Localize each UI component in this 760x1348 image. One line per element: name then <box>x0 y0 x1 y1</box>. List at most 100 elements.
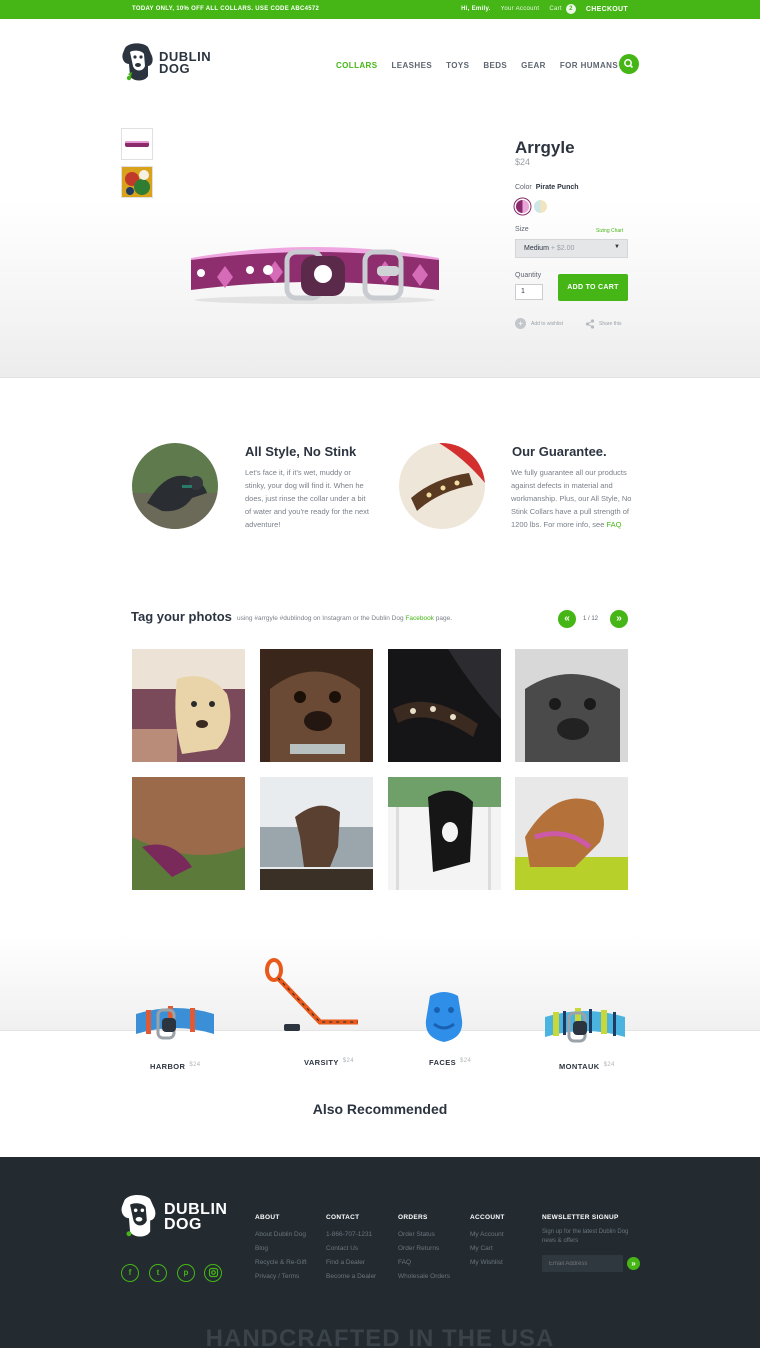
feature-title-style: All Style, No Stink <box>245 444 357 459</box>
footer-link[interactable]: Order Status <box>398 1231 450 1238</box>
site-logo[interactable]: DUBLIN DOG <box>121 42 211 84</box>
newsletter-email-input[interactable] <box>542 1255 623 1272</box>
quantity-input[interactable]: 1 <box>515 284 543 300</box>
rec-price-varsity: $24 <box>342 1058 354 1064</box>
nav-toys[interactable]: TOYS <box>446 61 469 70</box>
product-main-image <box>191 247 439 304</box>
cart-link[interactable]: Cart 2 <box>549 4 576 14</box>
promo-text: TODAY ONLY, 10% OFF ALL COLLARS. USE COD… <box>132 6 320 12</box>
feature-body-guarantee: We fully guarantee all our products agai… <box>511 466 639 531</box>
footer-link[interactable]: My Wishlist <box>470 1259 505 1266</box>
footer-logo-line1: DUBLIN <box>164 1201 228 1218</box>
instagram-photo-2[interactable] <box>260 649 373 762</box>
footer-link[interactable]: 1-866-707-1231 <box>326 1231 376 1238</box>
faq-link[interactable]: FAQ <box>606 520 621 529</box>
instagram-photo-5[interactable] <box>132 777 245 890</box>
footer-link[interactable]: Become a Dealer <box>326 1273 376 1280</box>
footer-heading-contact: CONTACT <box>326 1214 360 1221</box>
account-link[interactable]: Your Account <box>501 6 540 12</box>
footer-link[interactable]: Find a Dealer <box>326 1259 376 1266</box>
footer-link[interactable]: Wholesale Orders <box>398 1273 450 1280</box>
tag-photos-title: Tag your photos <box>131 609 232 624</box>
rec-price-faces: $24 <box>460 1058 472 1064</box>
swatch-alternate[interactable] <box>534 200 547 213</box>
nav-gear[interactable]: GEAR <box>521 61 546 70</box>
feature-body-style: Let's face it, if it's wet, muddy or sti… <box>245 468 370 529</box>
size-select[interactable]: Medium + $2.00 ▼ <box>515 239 628 258</box>
sizing-chart-link[interactable]: Sizing Chart <box>596 228 623 234</box>
footer-col-orders: ORDERS Order Status Order Returns FAQ Wh… <box>398 1214 450 1287</box>
cart-count-badge: 2 <box>565 4 576 14</box>
footer-link[interactable]: My Cart <box>470 1245 505 1252</box>
faces-toy-image <box>425 992 463 1042</box>
twitter-button[interactable]: t <box>149 1264 167 1282</box>
product-title: Arrgyle <box>515 138 575 157</box>
harbor-collar-image <box>136 1006 214 1040</box>
footer-link[interactable]: Privacy / Terms <box>255 1273 307 1280</box>
nav-collars[interactable]: COLLARS <box>336 61 377 70</box>
photos-next-button[interactable]: » <box>610 610 628 628</box>
newsletter-submit-button[interactable]: » <box>627 1257 640 1270</box>
pinterest-icon: p <box>183 1268 189 1277</box>
footer-logo[interactable]: DUBLIN DOG <box>120 1193 227 1241</box>
instagram-photo-6[interactable] <box>260 777 373 890</box>
footer-link[interactable]: Blog <box>255 1245 307 1252</box>
footer-link[interactable]: About Dublin Dog <box>255 1231 307 1238</box>
rec-name-faces: FACES <box>429 1058 457 1067</box>
montauk-collar-image <box>545 1008 625 1043</box>
swatch-pirate-punch[interactable] <box>516 200 529 213</box>
footer-link[interactable]: Order Returns <box>398 1245 450 1252</box>
product-thumbnail-collar[interactable] <box>121 128 153 160</box>
greeting: Hi, Emily. <box>461 6 491 12</box>
footer-heading-about: ABOUT <box>255 1214 280 1221</box>
search-button[interactable] <box>619 54 639 74</box>
wishlist-label: Add to wishlist <box>531 320 563 327</box>
cart-label: Cart <box>549 6 562 12</box>
instagram-photo-7[interactable] <box>388 777 501 890</box>
product-thumbnail-lifestyle[interactable] <box>121 166 153 198</box>
site-footer: DUBLIN DOG f t p ABOUT About Dublin Dog … <box>0 1157 760 1348</box>
footer-link[interactable]: My Account <box>470 1231 505 1238</box>
pinterest-button[interactable]: p <box>177 1264 195 1282</box>
add-to-wishlist-link[interactable]: + Add to wishlist <box>515 318 563 329</box>
feature-title-guarantee: Our Guarantee. <box>512 444 607 459</box>
photos-prev-button[interactable]: « <box>558 610 576 628</box>
nav-for-humans[interactable]: FOR HUMANS <box>560 61 618 70</box>
size-value: Medium <box>524 245 549 252</box>
plus-icon: + <box>515 318 526 329</box>
share-label: Share this <box>599 321 622 327</box>
footer-link[interactable]: Contact Us <box>326 1245 376 1252</box>
checkout-link[interactable]: CHECKOUT <box>586 6 628 13</box>
share-link[interactable]: Share this <box>585 319 622 329</box>
instagram-button[interactable] <box>204 1264 222 1282</box>
color-label: Color Pirate Punch <box>515 184 579 191</box>
instagram-photo-4[interactable] <box>515 649 628 762</box>
rec-name-montauk: MONTAUK <box>559 1062 600 1071</box>
size-modifier: + $2.00 <box>550 245 575 252</box>
tag-sub-text: using #arrgyle #dublindog on Instagram o… <box>237 615 404 622</box>
chevron-down-icon: ▼ <box>614 244 620 250</box>
varsity-leash-image <box>265 958 358 1031</box>
rec-price-harbor: $24 <box>189 1062 201 1068</box>
facebook-icon: f <box>128 1268 132 1277</box>
footer-link[interactable]: FAQ <box>398 1259 450 1266</box>
facebook-link[interactable]: Facebook <box>405 615 434 622</box>
nav-leashes[interactable]: LEASHES <box>391 61 432 70</box>
nav-beds[interactable]: BEDS <box>483 61 507 70</box>
promo-bar: TODAY ONLY, 10% OFF ALL COLLARS. USE COD… <box>0 0 760 19</box>
instagram-photo-3[interactable] <box>388 649 501 762</box>
tag-photos-subtitle: using #arrgyle #dublindog on Instagram o… <box>237 615 452 622</box>
chevron-left-icon: « <box>564 613 570 624</box>
rec-name-varsity: VARSITY <box>304 1058 339 1067</box>
instagram-photo-8[interactable] <box>515 777 628 890</box>
rec-price-montauk: $24 <box>603 1062 615 1068</box>
tag-sub-after: page. <box>435 615 453 622</box>
also-recommended-heading: Also Recommended <box>312 1101 448 1117</box>
instagram-photo-1[interactable] <box>132 649 245 762</box>
dog-head-logo-icon <box>122 43 153 81</box>
footer-heading-account: ACCOUNT <box>470 1214 505 1221</box>
add-to-cart-button[interactable]: ADD TO CART <box>558 274 628 301</box>
footer-link[interactable]: Recycle & Re-Gift <box>255 1259 307 1266</box>
logo-line2: DOG <box>159 61 191 76</box>
facebook-button[interactable]: f <box>121 1264 139 1282</box>
